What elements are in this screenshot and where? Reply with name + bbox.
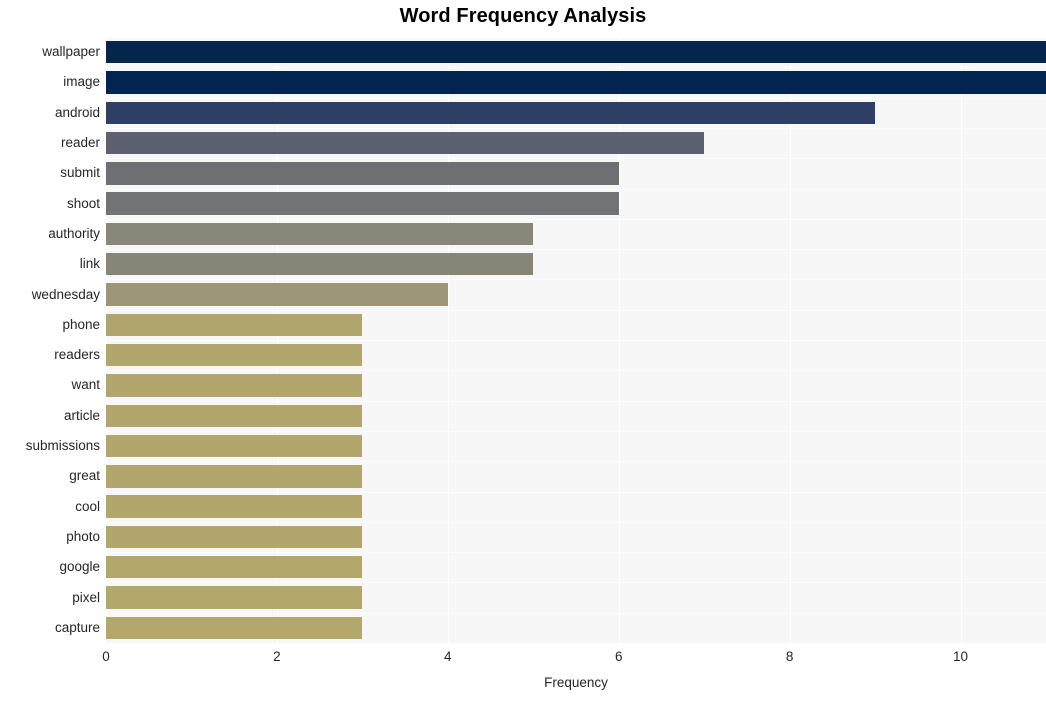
bar-row — [106, 40, 1046, 64]
bar — [106, 253, 534, 276]
bar — [106, 162, 619, 185]
bar-row — [106, 222, 1046, 246]
bar-row — [106, 283, 1046, 306]
y-axis-tick-label: link — [79, 256, 100, 272]
bar-row — [106, 586, 1046, 609]
y-axis-tick-label: great — [69, 468, 100, 484]
bar-row — [106, 71, 1046, 94]
bar-row — [106, 253, 1046, 276]
gridline-horizontal — [106, 643, 1046, 644]
y-axis-tick-labels: wallpaper image android reader submit shoot au… — [0, 37, 100, 643]
bar-row — [106, 616, 1046, 640]
bar — [106, 404, 363, 427]
y-axis-tick-label: submissions — [25, 438, 100, 454]
y-axis-tick-label: android — [54, 104, 100, 120]
y-axis-tick-label: wallpaper — [42, 44, 100, 60]
bar — [106, 131, 705, 155]
bar — [106, 374, 363, 397]
bar-row — [106, 192, 1046, 215]
bar — [106, 101, 876, 124]
bar — [106, 586, 363, 609]
x-axis-title: Frequency — [544, 675, 608, 690]
y-axis-tick-label: google — [59, 559, 100, 575]
word-frequency-bar-chart: Word Frequency Analysis wallpaper image an… — [0, 0, 1046, 701]
x-axis-tick-label: 8 — [785, 649, 794, 664]
y-axis-tick-label: readers — [54, 347, 100, 363]
y-axis-tick-label: shoot — [66, 195, 100, 211]
bar-row — [106, 101, 1046, 124]
bar-row — [106, 162, 1046, 185]
bar-row — [106, 495, 1046, 518]
y-axis-tick-label: reader — [60, 135, 100, 151]
x-axis-tick-labels: 0 2 4 6 8 10 — [102, 649, 1046, 670]
bar-row — [106, 313, 1046, 337]
bar-row — [106, 343, 1046, 367]
bar — [106, 313, 363, 337]
y-axis-tick-label: submit — [60, 165, 100, 181]
bar-row — [106, 434, 1046, 458]
x-axis-tick-label: 4 — [444, 649, 452, 664]
bar — [106, 465, 363, 488]
bar — [106, 556, 363, 579]
y-axis-tick-label: photo — [66, 528, 100, 544]
bar-row — [106, 374, 1046, 397]
y-axis-tick-label: authority — [48, 225, 100, 241]
x-axis-tick-label: 0 — [102, 649, 110, 664]
bar — [106, 222, 534, 246]
y-axis-tick-label: pixel — [72, 589, 100, 605]
y-axis-tick-label: capture — [54, 619, 100, 635]
x-axis-tick-label: 10 — [953, 649, 969, 664]
y-axis-tick-label: article — [63, 407, 100, 423]
bar-row — [106, 404, 1046, 427]
bar — [106, 343, 363, 367]
chart-title: Word Frequency Analysis — [399, 5, 647, 27]
y-axis-tick-label: wednesday — [31, 286, 100, 302]
y-axis-tick-label: image — [63, 74, 100, 90]
x-axis-tick-label: 6 — [614, 649, 623, 664]
bar — [106, 283, 448, 306]
bar-row — [106, 131, 1046, 155]
bar-row — [106, 556, 1046, 579]
bar — [106, 495, 363, 518]
y-axis-tick-label: cool — [75, 498, 100, 514]
bar-row — [106, 525, 1046, 549]
bar — [106, 192, 619, 215]
bar — [106, 525, 363, 549]
y-axis-tick-label: want — [71, 377, 100, 393]
x-axis-tick-label: 2 — [273, 649, 281, 664]
bar — [106, 616, 363, 640]
bars-layer — [106, 37, 1046, 643]
bar-row — [106, 465, 1046, 488]
bar — [106, 434, 363, 458]
bar — [106, 40, 1046, 64]
y-axis-tick-label: phone — [62, 316, 100, 332]
bar — [106, 71, 1046, 94]
